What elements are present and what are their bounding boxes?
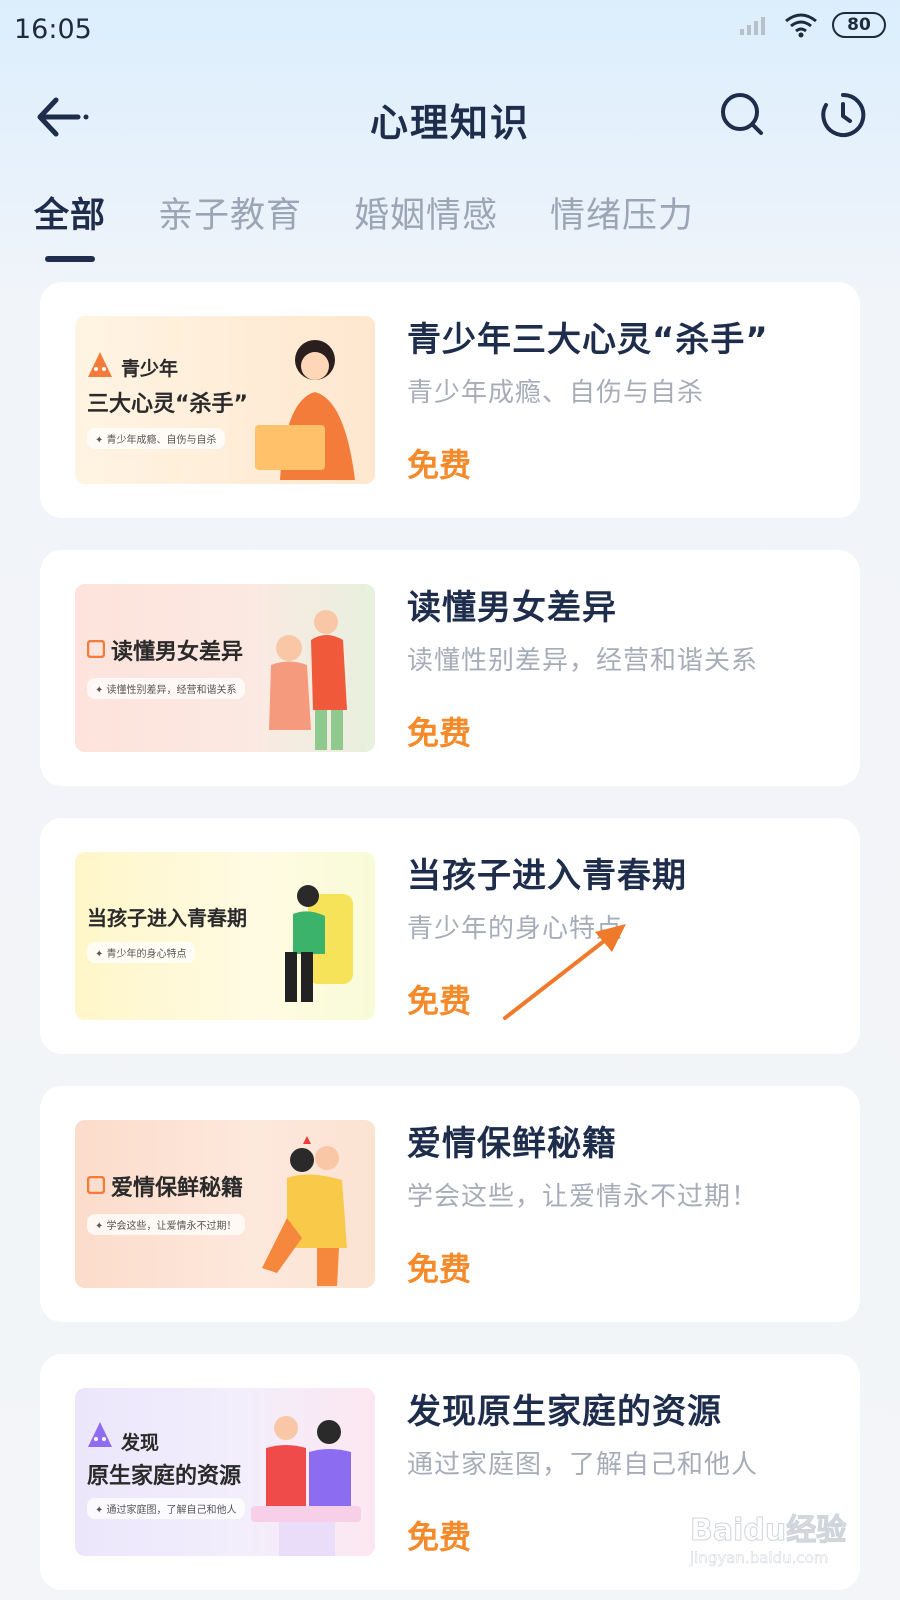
course-title: 发现原生家庭的资源	[407, 1392, 722, 1432]
thumbnail-line2: 原生家庭的资源	[87, 1464, 242, 1489]
course-thumbnail: 爱情保鲜秘籍 ✦ 学会这些，让爱情永不过期！	[75, 1120, 375, 1288]
illustration	[285, 885, 353, 1002]
nav-bar: 心理知识	[0, 72, 900, 162]
baidu-watermark: Baidu经验 jingyan.baidu.com	[690, 1505, 860, 1585]
tab-label: 亲子教育	[158, 196, 303, 236]
thumbnail-subtitle: ✦ 青少年的身心特点	[87, 942, 195, 963]
course-price: 免费	[407, 1250, 472, 1288]
tab-all[interactable]: 全部	[34, 192, 106, 252]
course-description: 青少年的身心特点	[407, 914, 624, 944]
signal-icon	[740, 17, 765, 35]
course-thumbnail: 当孩子进入青春期 ✦ 青少年的身心特点	[75, 852, 375, 1020]
bookmark-icon	[87, 640, 105, 658]
course-card[interactable]: 读懂男女差异 ✦ 读懂性别差异，经营和谐关系 读懂男女差异 读懂性别差异，经营和…	[40, 550, 860, 786]
course-description: 青少年成瘾、自伤与自杀	[407, 378, 705, 408]
illustration	[255, 340, 355, 480]
thumbnail-line2: 三大心灵“杀手”	[87, 392, 248, 417]
tab-label: 情绪压力	[550, 196, 695, 236]
course-price: 免费	[407, 446, 472, 484]
course-card[interactable]: 爱情保鲜秘籍 ✦ 学会这些，让爱情永不过期！ 爱情保鲜秘籍 学会这些，让爱情永不…	[40, 1086, 860, 1322]
active-tab-indicator	[45, 256, 95, 262]
battery-indicator: 80	[832, 12, 886, 38]
course-title: 青少年三大心灵“杀手”	[407, 320, 769, 360]
illustration	[251, 1416, 361, 1556]
course-price: 免费	[407, 1518, 472, 1556]
illustration	[269, 610, 347, 750]
course-title: 读懂男女差异	[407, 588, 617, 628]
thumbnail-line1: 发现	[121, 1432, 160, 1454]
search-icon	[721, 93, 763, 135]
thumbnail-line2: 当孩子进入青春期	[87, 906, 247, 930]
course-price: 免费	[407, 714, 472, 752]
thumbnail-subtitle: ✦ 通过家庭图，了解自己和他人	[87, 1498, 245, 1519]
watermark-url: jingyan.baidu.com	[690, 1549, 829, 1568]
course-thumbnail: 读懂男女差异 ✦ 读懂性别差异，经营和谐关系	[75, 584, 375, 752]
tab-emotion-stress[interactable]: 情绪压力	[550, 192, 694, 252]
wifi-icon	[785, 13, 817, 38]
thumbnail-line2: 读懂男女差异	[111, 640, 244, 665]
battery-level: 80	[847, 15, 871, 35]
status-icons: 80	[738, 12, 886, 38]
thumbnail-line2: 爱情保鲜秘籍	[111, 1176, 244, 1201]
course-description: 学会这些，让爱情永不过期！	[407, 1182, 759, 1212]
history-button[interactable]	[818, 90, 868, 140]
bookmark-icon	[87, 1176, 105, 1194]
course-title: 当孩子进入青春期	[407, 856, 687, 896]
course-description: 通过家庭图，了解自己和他人	[407, 1450, 759, 1480]
mascot-icon	[88, 1422, 112, 1447]
status-time: 16:05	[14, 14, 92, 45]
thumbnail-subtitle: ✦ 青少年成瘾、自伤与自杀	[87, 428, 225, 449]
course-thumbnail: 青少年 三大心灵“杀手” ✦ 青少年成瘾、自伤与自杀	[75, 316, 375, 484]
tab-marriage[interactable]: 婚姻情感	[354, 192, 498, 252]
mascot-icon	[88, 352, 112, 377]
thumbnail-subtitle: ✦ 读懂性别差异，经营和谐关系	[87, 678, 245, 699]
thumbnail-line1: 青少年	[121, 358, 179, 380]
status-bar: 16:05 80	[0, 0, 900, 62]
course-title: 爱情保鲜秘籍	[407, 1124, 617, 1164]
tab-label: 全部	[34, 196, 107, 236]
course-card[interactable]: 当孩子进入青春期 ✦ 青少年的身心特点 当孩子进入青春期 青少年的身心特点 免费	[40, 818, 860, 1054]
course-thumbnail: 发现 原生家庭的资源 ✦ 通过家庭图，了解自己和他人	[75, 1388, 375, 1556]
course-description: 读懂性别差异，经营和谐关系	[407, 646, 759, 676]
course-card[interactable]: 青少年 三大心灵“杀手” ✦ 青少年成瘾、自伤与自杀 青少年三大心灵“杀手” 青…	[40, 282, 860, 518]
illustration	[262, 1136, 347, 1286]
search-button[interactable]	[718, 90, 766, 140]
tab-parenting[interactable]: 亲子教育	[158, 192, 302, 252]
tab-label: 婚姻情感	[354, 196, 499, 236]
course-price: 免费	[407, 982, 472, 1020]
category-tabs: 全部 亲子教育 婚姻情感 情绪压力	[34, 192, 746, 272]
clock-icon	[821, 92, 866, 137]
thumbnail-subtitle: ✦ 学会这些，让爱情永不过期！	[87, 1214, 245, 1235]
watermark-text: Baidu经验	[690, 1513, 847, 1549]
